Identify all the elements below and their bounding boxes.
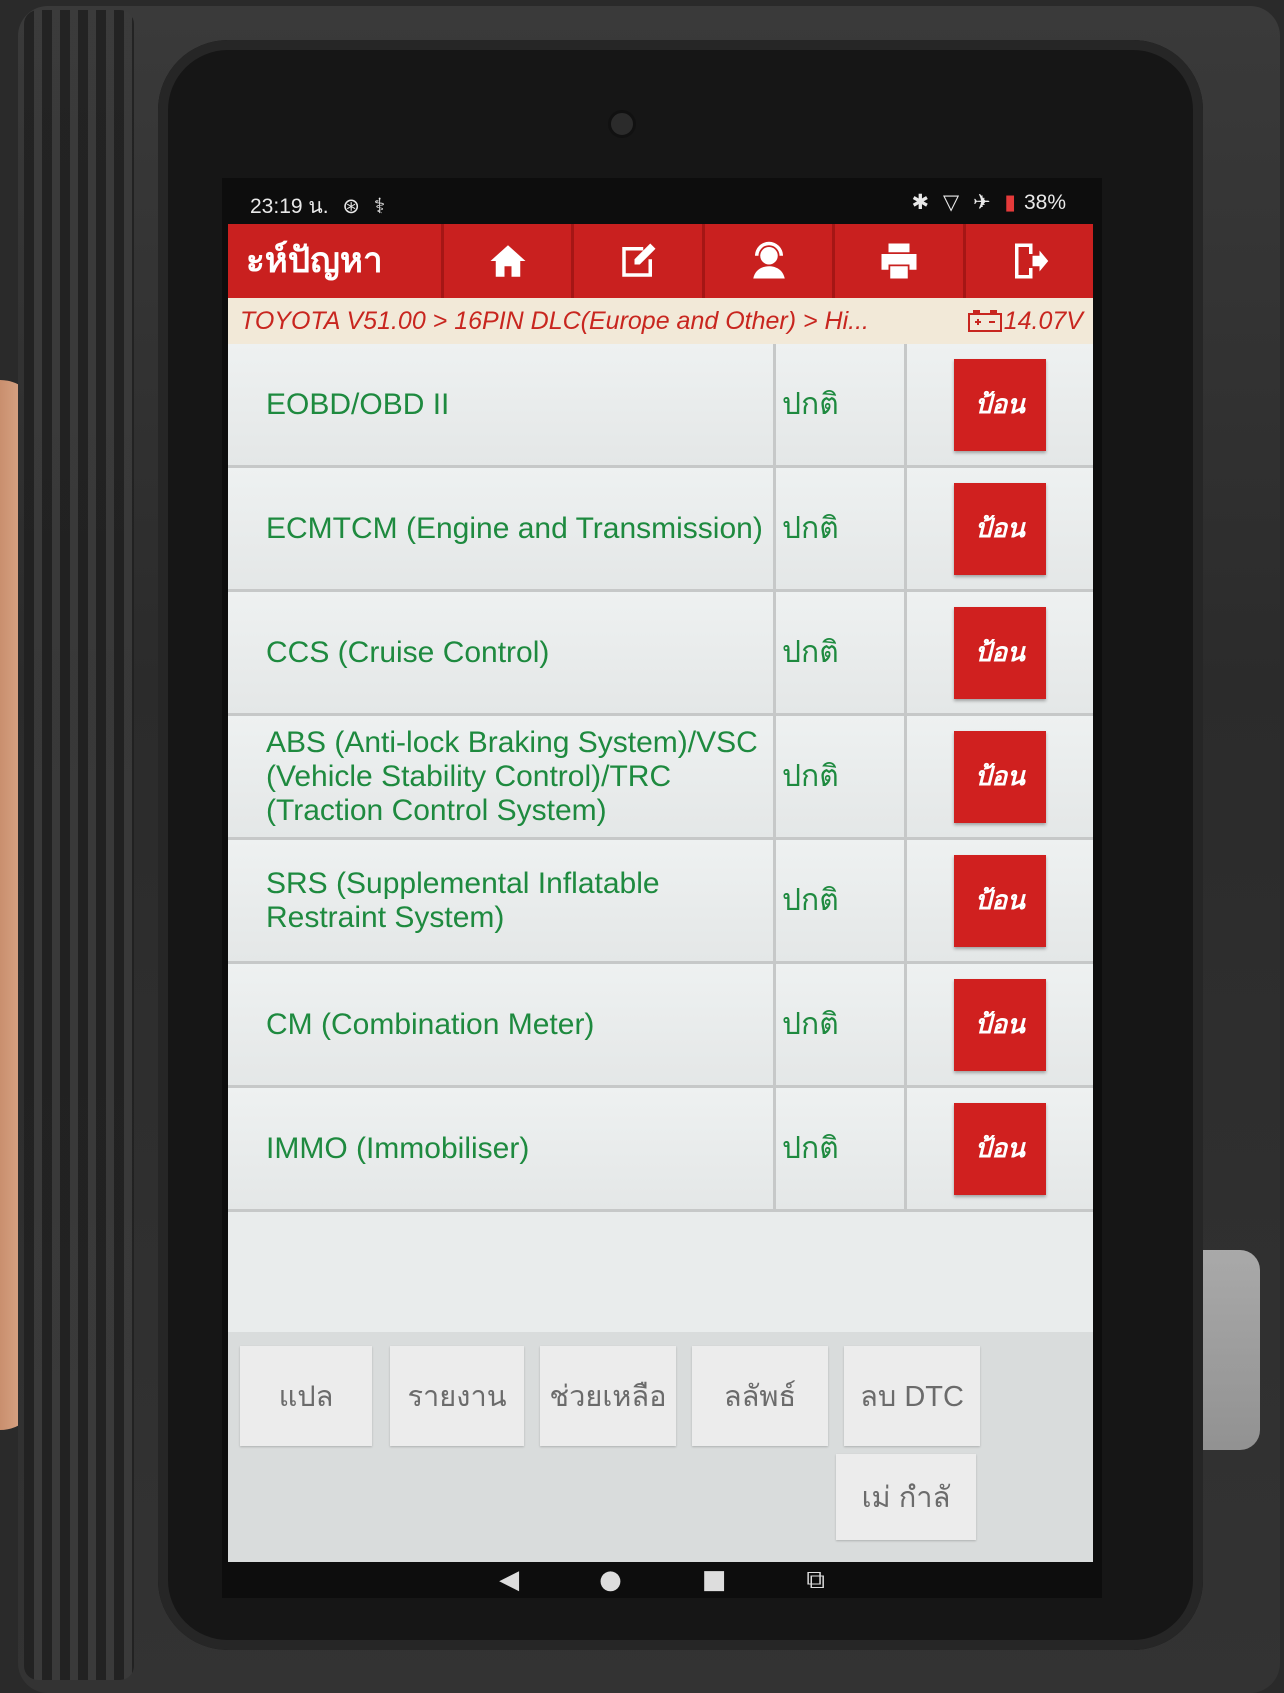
case-grip <box>24 10 134 1680</box>
system-name: EOBD/OBD II <box>228 344 776 465</box>
help-button[interactable]: ช่วยเหลือ <box>540 1346 676 1446</box>
enter-button[interactable]: ป้อน <box>954 854 1046 947</box>
exit-button[interactable] <box>962 224 1093 298</box>
enter-button[interactable]: ป้อน <box>954 978 1046 1071</box>
home-icon <box>490 245 526 277</box>
voltage-value: 14.07V <box>1003 307 1083 335</box>
status-time: 23:19 น. <box>250 195 329 218</box>
battery-level: 38% <box>1023 191 1066 214</box>
system-status: ปกติ <box>776 344 907 465</box>
action-bar: แปล รายงาน ช่วยเหลือ ลลัพธ์ ลบ DTC เม่ ก… <box>228 1332 1093 1562</box>
system-status: ปกติ <box>776 468 907 589</box>
voltage-readout: 14.07V <box>967 298 1083 344</box>
list-item: SRS (Supplemental Inflatable Restraint S… <box>228 840 1093 964</box>
system-name: SRS (Supplemental Inflatable Restraint S… <box>228 840 776 961</box>
support-icon <box>752 241 785 279</box>
list-item: CM (Combination Meter) ปกติ ป้อน <box>228 964 1093 1088</box>
page-title: ะห์ปัญหา <box>246 241 383 280</box>
bluetooth-icon: ✱ <box>911 191 930 214</box>
breadcrumb: TOYOTA V51.00 > 16PIN DLC(Europe and Oth… <box>228 298 1093 344</box>
system-status: ปกติ <box>776 592 907 713</box>
system-status: ปกติ <box>776 1088 907 1209</box>
system-name: IMMO (Immobiliser) <box>228 1088 776 1209</box>
breadcrumb-path: TOYOTA V51.00 > 16PIN DLC(Europe and Oth… <box>240 307 869 335</box>
system-name: ECMTCM (Engine and Transmission) <box>228 468 776 589</box>
tablet-screen: 23:19 น. ⊛ ⚕ ✱ ▽ ✈ ▮ 38% ะห์ปัญหา TOYOTA … <box>222 178 1102 1598</box>
report-button[interactable]: รายงาน <box>390 1346 524 1446</box>
list-item: CCS (Cruise Control) ปกติ ป้อน <box>228 592 1093 716</box>
enter-button[interactable]: ป้อน <box>954 1102 1046 1195</box>
list-item: ECMTCM (Engine and Transmission) ปกติ ป้… <box>228 468 1093 592</box>
system-name: CCS (Cruise Control) <box>228 592 776 713</box>
clear-dtc-button[interactable]: ลบ DTC <box>844 1346 980 1446</box>
recents-icon[interactable]: ■ <box>702 1565 727 1595</box>
list-item: EOBD/OBD II ปกติ ป้อน <box>228 344 1093 468</box>
support-button[interactable] <box>701 224 832 298</box>
exit-icon <box>1015 243 1049 279</box>
result-button[interactable]: ลลัพธ์ <box>692 1346 828 1446</box>
wifi-icon: ▽ <box>942 191 960 214</box>
camera-lens <box>608 110 636 138</box>
system-status: ปกติ <box>776 964 907 1085</box>
home-button[interactable] <box>441 224 571 298</box>
system-status: ปกติ <box>776 716 907 837</box>
home-nav-icon[interactable]: ● <box>599 1565 622 1595</box>
translate-button[interactable]: แปล <box>240 1346 372 1446</box>
edit-icon <box>622 243 656 277</box>
system-name: ABS (Anti-lock Braking System)/VSC (Vehi… <box>228 716 776 837</box>
status-bar: 23:19 น. ⊛ ⚕ ✱ ▽ ✈ ▮ 38% <box>222 178 1102 222</box>
toolbar: ะห์ปัญหา <box>228 224 1093 298</box>
battery-icon: ▮ <box>1004 191 1016 214</box>
system-nav-bar: ◀ ● ■ ⧉ <box>222 1562 1102 1598</box>
enter-button[interactable]: ป้อน <box>954 606 1046 699</box>
enter-button[interactable]: ป้อน <box>954 482 1046 575</box>
system-list: EOBD/OBD II ปกติ ป้อน ECMTCM (Engine and… <box>228 344 1093 1332</box>
system-status: ปกติ <box>776 840 907 961</box>
edit-button[interactable] <box>571 224 701 298</box>
enter-button[interactable]: ป้อน <box>954 730 1046 823</box>
extra-button[interactable]: เม่ กำลั <box>836 1454 976 1540</box>
battery-voltage-icon <box>967 310 1002 332</box>
airplane-icon: ✈ <box>972 191 991 214</box>
list-item: ABS (Anti-lock Braking System)/VSC (Vehi… <box>228 716 1093 840</box>
enter-button[interactable]: ป้อน <box>954 358 1046 451</box>
screenshot-icon[interactable]: ⧉ <box>806 1565 825 1596</box>
diagnostic-icon: ⚕ <box>373 195 386 218</box>
steering-icon: ⊛ <box>342 195 361 218</box>
list-item: IMMO (Immobiliser) ปกติ ป้อน <box>228 1088 1093 1212</box>
print-icon <box>881 243 917 279</box>
print-button[interactable] <box>832 224 962 298</box>
system-name: CM (Combination Meter) <box>228 964 776 1085</box>
back-icon[interactable]: ◀ <box>499 1565 519 1595</box>
